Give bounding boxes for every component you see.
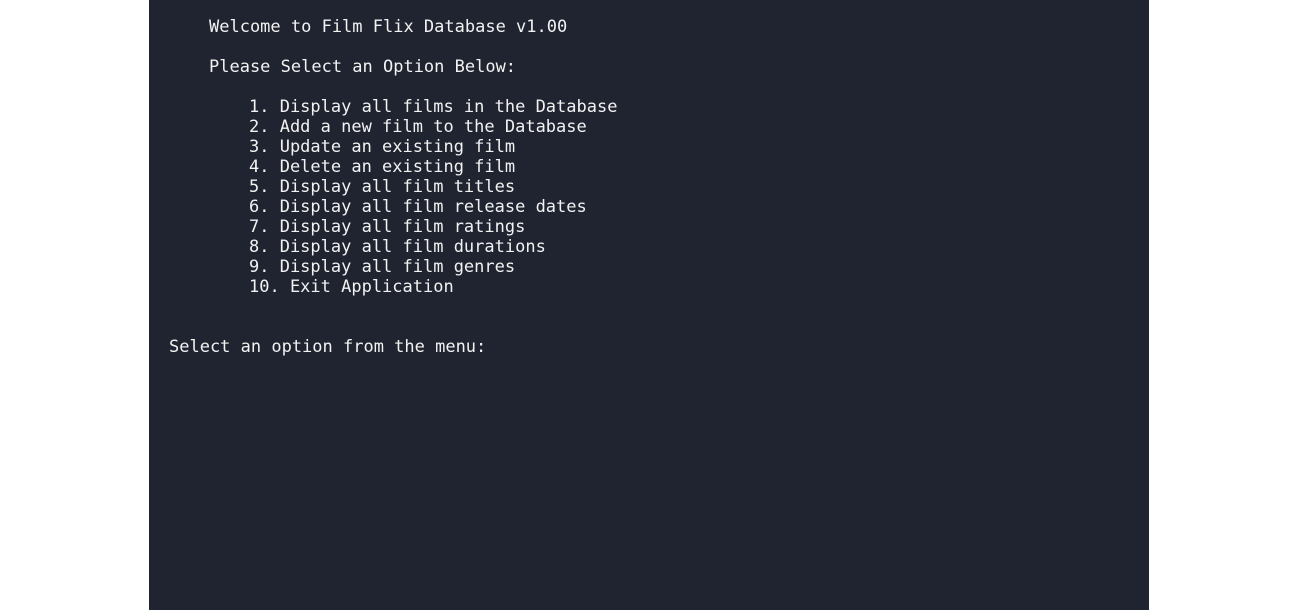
menu-item-add-film: 2. Add a new film to the Database: [249, 117, 587, 137]
menu-item-display-all-films: 1. Display all films in the Database: [249, 97, 618, 117]
terminal-window[interactable]: Welcome to Film Flix Database v1.00 Plea…: [149, 0, 1149, 610]
menu-item-display-genres: 9. Display all film genres: [249, 257, 516, 277]
welcome-banner: Welcome to Film Flix Database v1.00: [209, 17, 568, 37]
input-prompt: Select an option from the menu:: [169, 337, 487, 357]
menu-item-display-release-dates: 6. Display all film release dates: [249, 197, 587, 217]
menu-item-exit: 10. Exit Application: [249, 277, 454, 297]
menu-item-display-durations: 8. Display all film durations: [249, 237, 546, 257]
main-menu: 1. Display all films in the Database 2. …: [249, 97, 617, 297]
menu-heading: Please Select an Option Below:: [209, 57, 517, 77]
menu-item-delete-film: 4. Delete an existing film: [249, 157, 516, 177]
menu-item-display-titles: 5. Display all film titles: [249, 177, 516, 197]
menu-item-display-ratings: 7. Display all film ratings: [249, 217, 526, 237]
input-row: Select an option from the menu:: [169, 337, 897, 357]
menu-item-update-film: 3. Update an existing film: [249, 137, 516, 157]
option-input[interactable]: [486, 337, 897, 357]
